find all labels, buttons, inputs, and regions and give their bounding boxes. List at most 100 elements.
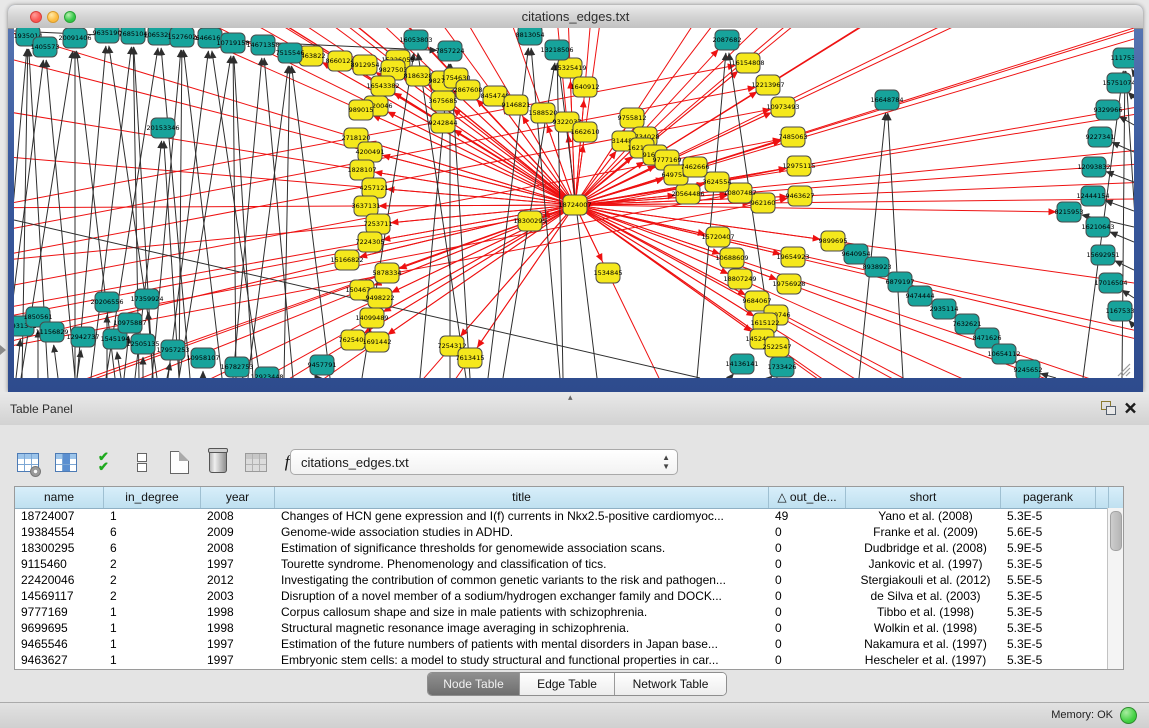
close-panel-icon[interactable] <box>1124 401 1137 415</box>
table-row[interactable]: 946362711997Embryonic stem cells: a mode… <box>15 652 1107 668</box>
graph-node-label: 2935114 <box>930 305 959 313</box>
graph-node-label: 7224305 <box>356 238 385 246</box>
table-row[interactable]: 969969511998Structural magnetic resonanc… <box>15 620 1107 636</box>
graph-node-label: 9227341 <box>1086 133 1115 141</box>
table-row[interactable]: 1872400712008Changes of HCN gene express… <box>15 508 1107 524</box>
vertical-scrollbar[interactable] <box>1107 508 1123 669</box>
graph-node-label: 7485063 <box>779 133 808 141</box>
table-row[interactable]: 911546021997Tourette syndrome. Phenomeno… <box>15 556 1107 572</box>
cell-title: Disruption of a novel member of a sodium… <box>275 588 769 604</box>
column-visibility-icon[interactable] <box>52 449 79 476</box>
cell-name: 9699695 <box>15 620 104 636</box>
column-header-name[interactable]: name <box>15 487 104 508</box>
window-titlebar[interactable]: citations_edges.txt <box>8 5 1143 29</box>
cell-short: Franke et al. (2009) <box>846 524 1001 540</box>
graph-node-label: 8215953 <box>1055 208 1084 216</box>
cell-name: 19384554 <box>15 524 104 540</box>
graph-node-label: 1691442 <box>363 338 392 346</box>
column-header-title[interactable]: title <box>275 487 769 508</box>
cell-year: 1998 <box>201 620 275 636</box>
column-header-out_de...[interactable]: △ out_de... <box>769 487 846 508</box>
graph-node-label: 8912954 <box>351 61 380 69</box>
cell-out_de...: 0 <box>769 588 846 604</box>
graph-node-label: 4257121 <box>360 184 389 192</box>
graph-node-label: 12942737 <box>66 333 99 341</box>
new-column-icon[interactable] <box>166 449 193 476</box>
graph-node-label: 18724007 <box>558 201 591 209</box>
table-row[interactable]: 1456911722003Disruption of a novel membe… <box>15 588 1107 604</box>
table-row[interactable]: 1830029562008Estimation of significance … <box>15 540 1107 556</box>
graph-node-label: 17957253 <box>156 346 189 354</box>
cell-year: 2003 <box>201 588 275 604</box>
cell-out_de...: 0 <box>769 524 846 540</box>
graph-node-label: 14136141 <box>725 360 758 368</box>
graph-node-label: 1534845 <box>594 269 623 277</box>
graph-node-label: 12213967 <box>751 81 784 89</box>
graph-node-label: 1527602 <box>168 33 197 41</box>
cell-in_degree: 1 <box>104 652 201 668</box>
graph-node-label: 2867608 <box>454 86 483 94</box>
graph-node-label: 12923448 <box>250 373 283 378</box>
graph-node-label: 17016504 <box>1094 279 1127 287</box>
cell-title: Corpus callosum shape and size in male p… <box>275 604 769 620</box>
row-selection-icon[interactable]: ✔✔ <box>90 449 117 476</box>
table-header-row: namein_degreeyeartitle△ out_de...shortpa… <box>15 487 1123 509</box>
cell-in_degree: 1 <box>104 620 201 636</box>
cell-in_degree: 1 <box>104 508 201 524</box>
rows-icon[interactable] <box>128 449 155 476</box>
graph-node-label: 7253711 <box>364 220 393 228</box>
graph-node-label: 1405573 <box>31 43 60 51</box>
column-header-year[interactable]: year <box>201 487 275 508</box>
cell-pagerank: 5.3E-5 <box>1001 588 1096 604</box>
graph-node-label: 1545194 <box>101 335 130 343</box>
graph-node-label: 1828107 <box>348 166 377 174</box>
graph-node-label: 4200491 <box>356 148 385 156</box>
cell-year: 2008 <box>201 540 275 556</box>
column-header-in_degree[interactable]: in_degree <box>104 487 201 508</box>
cell-in_degree: 6 <box>104 540 201 556</box>
panel-divider-arrow-icon[interactable]: ▴ <box>568 392 573 403</box>
memory-status-indicator <box>1120 707 1137 724</box>
network-canvas[interactable]: 1872400718300295161548081221396710973493… <box>14 28 1134 378</box>
graph-node-label: 15720407 <box>701 233 734 241</box>
table-row[interactable]: 2242004622012Investigating the contribut… <box>15 572 1107 588</box>
float-panel-icon[interactable] <box>1101 401 1116 415</box>
cell-in_degree: 2 <box>104 556 201 572</box>
cell-pagerank: 5.3E-5 <box>1001 636 1096 652</box>
cell-out_de...: 0 <box>769 572 846 588</box>
cell-pagerank: 5.3E-5 <box>1001 652 1096 668</box>
table-selector-dropdown[interactable]: citations_edges.txt ▲▼ <box>290 449 678 475</box>
tab-network-table[interactable]: Network Table <box>615 673 726 695</box>
graph-node-label: 7613415 <box>456 354 485 362</box>
graph-node-label: 1850561 <box>24 313 53 321</box>
column-header-short[interactable]: short <box>846 487 1001 508</box>
node-table: namein_degreeyeartitle△ out_de...shortpa… <box>14 486 1124 670</box>
table-row[interactable]: 977716911998Corpus callosum shape and si… <box>15 604 1107 620</box>
cell-year: 2008 <box>201 508 275 524</box>
graph-node-label: 2718120 <box>342 134 371 142</box>
panel-collapse-handle-icon[interactable] <box>0 345 6 355</box>
graph-node-label: 7515546 <box>276 49 305 57</box>
graph-node-label: 10958107 <box>186 354 219 362</box>
table-mode-icon[interactable] <box>14 449 41 476</box>
status-bar: Memory: OK <box>0 702 1149 728</box>
graph-node-label: 2087682 <box>713 36 742 44</box>
scrollbar-thumb[interactable] <box>1110 511 1122 551</box>
tab-edge-table[interactable]: Edge Table <box>520 673 615 695</box>
delete-column-icon[interactable] <box>204 449 231 476</box>
tab-node-table[interactable]: Node Table <box>428 673 520 695</box>
cell-pagerank: 5.5E-5 <box>1001 572 1096 588</box>
table-row[interactable]: 1938455462009Genome-wide association stu… <box>15 524 1107 540</box>
dropdown-arrows-icon: ▲▼ <box>662 453 670 471</box>
column-header-filler[interactable] <box>1096 487 1109 508</box>
resize-grip[interactable] <box>1118 364 1130 376</box>
table-panel-title: Table Panel <box>10 402 73 416</box>
cell-name: 22420046 <box>15 572 104 588</box>
cell-title: Changes of HCN gene expression and I(f) … <box>275 508 769 524</box>
import-table-icon <box>242 449 269 476</box>
graph-node-label: 16543382 <box>366 82 399 90</box>
column-header-pagerank[interactable]: pagerank <box>1001 487 1096 508</box>
graph-node-label: 3675685 <box>429 97 458 105</box>
graph-node-label: 9498222 <box>366 294 395 302</box>
table-row[interactable]: 946554611997Estimation of the future num… <box>15 636 1107 652</box>
